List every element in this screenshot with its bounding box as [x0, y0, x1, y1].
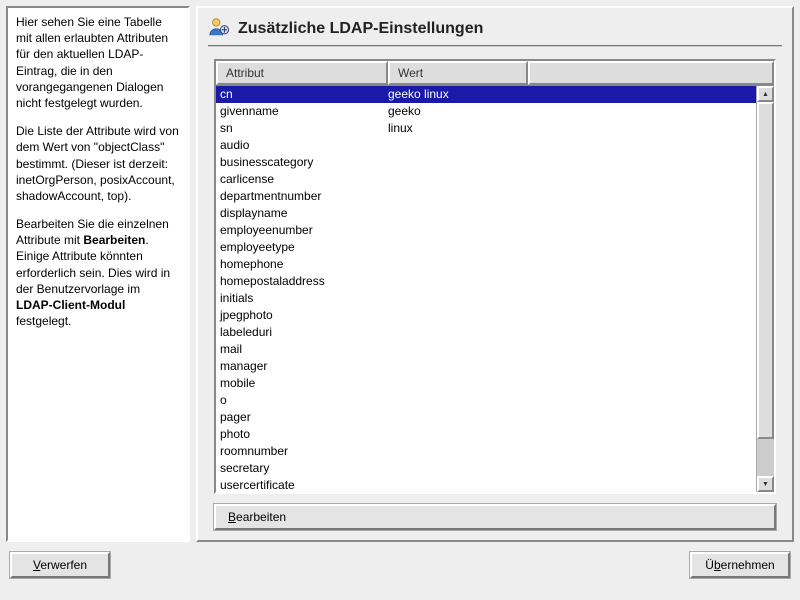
table-row[interactable]: cngeeko linux: [216, 86, 756, 103]
table-row[interactable]: employeenumber: [216, 222, 756, 239]
column-header-spacer: [528, 61, 774, 85]
cell-attribute: pager: [218, 409, 388, 426]
table-row[interactable]: initials: [216, 290, 756, 307]
cell-attribute: departmentnumber: [218, 188, 388, 205]
column-header-attribute[interactable]: Attribut: [216, 61, 388, 85]
cell-attribute: mail: [218, 341, 388, 358]
accept-button[interactable]: Übernehmen: [690, 552, 790, 578]
cell-attribute: employeenumber: [218, 222, 388, 239]
cell-attribute: employeetype: [218, 239, 388, 256]
cell-attribute: secretary: [218, 460, 388, 477]
scroll-down-button[interactable]: ▼: [757, 476, 774, 492]
help-text: festgelegt.: [16, 314, 71, 328]
table-row[interactable]: mobile: [216, 375, 756, 392]
cell-attribute: mobile: [218, 375, 388, 392]
cell-attribute: labeleduri: [218, 324, 388, 341]
cell-value: geeko linux: [388, 86, 449, 103]
cell-attribute: displayname: [218, 205, 388, 222]
table-row[interactable]: photo: [216, 426, 756, 443]
abort-button[interactable]: Verwerfen: [10, 552, 110, 578]
table-row[interactable]: pager: [216, 409, 756, 426]
cell-attribute: cn: [218, 86, 388, 103]
table-row[interactable]: givennamegeeko: [216, 103, 756, 120]
attribute-table: Attribut Wert cngeeko linuxgivennamegeek…: [214, 59, 776, 494]
cell-attribute: audio: [218, 137, 388, 154]
table-row[interactable]: businesscategory: [216, 154, 756, 171]
table-body[interactable]: cngeeko linuxgivennamegeekosnlinuxaudiob…: [216, 86, 756, 492]
cell-attribute: jpegphoto: [218, 307, 388, 324]
help-para-3: Bearbeiten Sie die einzelnen Attribute m…: [16, 216, 180, 329]
cell-attribute: photo: [218, 426, 388, 443]
column-header-value[interactable]: Wert: [388, 61, 528, 85]
edit-button[interactable]: Bearbeiten: [214, 504, 776, 530]
cell-attribute: manager: [218, 358, 388, 375]
help-para-2: Die Liste der Attribute wird von dem Wer…: [16, 123, 180, 204]
settings-panel: Zusätzliche LDAP-Einstellungen Attribut …: [196, 6, 794, 542]
cell-attribute: initials: [218, 290, 388, 307]
cell-attribute: carlicense: [218, 171, 388, 188]
scroll-track[interactable]: [757, 102, 774, 476]
table-row[interactable]: secretary: [216, 460, 756, 477]
help-para-1: Hier sehen Sie eine Tabelle mit allen er…: [16, 14, 180, 111]
bottom-bar: Verwerfen Übernehmen: [6, 542, 794, 578]
scroll-up-button[interactable]: ▲: [757, 86, 774, 102]
panel-header: Zusätzliche LDAP-Einstellungen: [208, 14, 782, 47]
table-row[interactable]: employeetype: [216, 239, 756, 256]
table-row[interactable]: homepostaladdress: [216, 273, 756, 290]
table-row[interactable]: roomnumber: [216, 443, 756, 460]
table-header: Attribut Wert: [216, 61, 774, 85]
cell-attribute: homepostaladdress: [218, 273, 388, 290]
table-row[interactable]: manager: [216, 358, 756, 375]
cell-value: geeko: [388, 103, 421, 120]
cell-attribute: roomnumber: [218, 443, 388, 460]
cell-attribute: businesscategory: [218, 154, 388, 171]
table-row[interactable]: o: [216, 392, 756, 409]
help-bold-module: LDAP-Client-Modul: [16, 298, 125, 312]
table-row[interactable]: homephone: [216, 256, 756, 273]
cell-attribute: givenname: [218, 103, 388, 120]
help-bold-edit: Bearbeiten: [83, 233, 145, 247]
table-row[interactable]: snlinux: [216, 120, 756, 137]
cell-attribute: usercertificate: [218, 477, 388, 492]
cell-attribute: sn: [218, 120, 388, 137]
scroll-thumb[interactable]: [757, 102, 774, 439]
cell-value: linux: [388, 120, 413, 137]
table-row[interactable]: carlicense: [216, 171, 756, 188]
table-row[interactable]: audio: [216, 137, 756, 154]
user-icon: [208, 16, 230, 41]
vertical-scrollbar[interactable]: ▲ ▼: [756, 86, 774, 492]
table-row[interactable]: labeleduri: [216, 324, 756, 341]
help-panel: Hier sehen Sie eine Tabelle mit allen er…: [6, 6, 190, 542]
table-row[interactable]: jpegphoto: [216, 307, 756, 324]
table-row[interactable]: mail: [216, 341, 756, 358]
table-row[interactable]: usercertificate: [216, 477, 756, 492]
cell-attribute: homephone: [218, 256, 388, 273]
table-row[interactable]: departmentnumber: [216, 188, 756, 205]
cell-attribute: o: [218, 392, 388, 409]
panel-title: Zusätzliche LDAP-Einstellungen: [238, 20, 483, 38]
table-row[interactable]: displayname: [216, 205, 756, 222]
